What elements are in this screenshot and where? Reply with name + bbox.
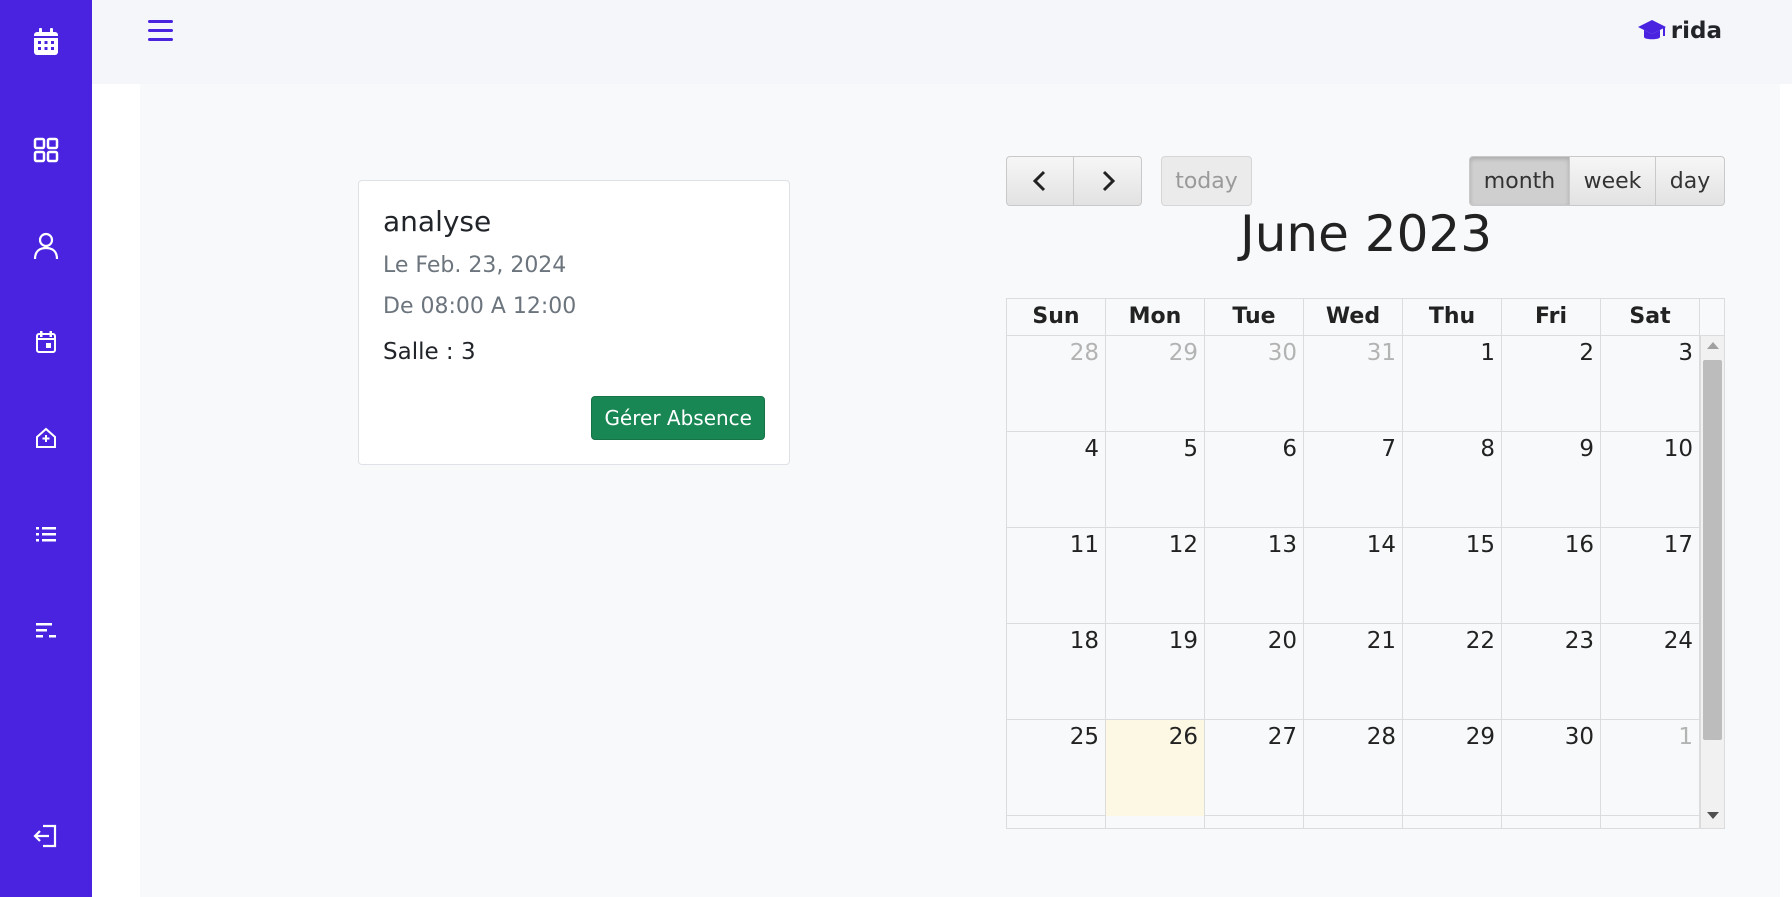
- calendar-day-cell[interactable]: 22: [1403, 624, 1502, 720]
- day-of-week-header: Tue: [1205, 299, 1304, 335]
- calendar-header-row: Sun Mon Tue Wed Thu Fri Sat: [1007, 299, 1724, 336]
- calendar-title: June 2023: [1239, 205, 1493, 263]
- calendar-day-cell[interactable]: [1502, 816, 1601, 828]
- top-bar: rida: [92, 0, 1792, 84]
- graduation-cap-icon: [1637, 20, 1666, 40]
- calendar-day-cell[interactable]: 21: [1304, 624, 1403, 720]
- today-button[interactable]: today: [1161, 156, 1252, 206]
- view-switcher: month week day: [1469, 156, 1725, 206]
- calendar-day-cell[interactable]: 19: [1106, 624, 1205, 720]
- course-time: De 08:00 A 12:00: [383, 294, 577, 319]
- calendar-day-cell[interactable]: 24: [1601, 624, 1700, 720]
- calendar-day-cell[interactable]: 23: [1502, 624, 1601, 720]
- day-of-week-header: Wed: [1304, 299, 1403, 335]
- scroll-thumb[interactable]: [1703, 360, 1722, 740]
- calendar-day-cell[interactable]: [1007, 816, 1106, 828]
- prev-button[interactable]: [1006, 156, 1074, 206]
- calendar-day-cell[interactable]: 27: [1205, 720, 1304, 816]
- calendar-day-cell[interactable]: 5: [1106, 432, 1205, 528]
- calendar-day-cell[interactable]: 9: [1502, 432, 1601, 528]
- calendar-nav-group: [1006, 156, 1142, 206]
- brand[interactable]: rida: [1637, 16, 1722, 46]
- course-title: analyse: [383, 205, 492, 238]
- scroll-up-arrow[interactable]: [1707, 342, 1719, 349]
- calendar-day-cell[interactable]: 7: [1304, 432, 1403, 528]
- calendar-day-cell[interactable]: 16: [1502, 528, 1601, 624]
- calendar-day-cell[interactable]: 28: [1304, 720, 1403, 816]
- calendar-day-cell[interactable]: 1: [1601, 720, 1700, 816]
- calendar-day-cell[interactable]: 6: [1205, 432, 1304, 528]
- day-of-week-header: Fri: [1502, 299, 1601, 335]
- calendar-week-row: 4 5 6 7 8 9 10: [1007, 432, 1700, 528]
- calendar-day-cell[interactable]: 8: [1403, 432, 1502, 528]
- chevron-right-icon: [1102, 170, 1115, 192]
- list-sort-icon[interactable]: [0, 610, 92, 650]
- calendar-scrollbar[interactable]: [1700, 336, 1724, 828]
- calendar-day-cell[interactable]: 30: [1502, 720, 1601, 816]
- calendar-day-cell[interactable]: 4: [1007, 432, 1106, 528]
- calendar-day-cell[interactable]: [1304, 816, 1403, 828]
- calendar-grid: Sun Mon Tue Wed Thu Fri Sat 28 29 30 31 1 2 3 4 5 6 7 8 9 1…: [1006, 298, 1725, 829]
- calendar-day-cell[interactable]: 12: [1106, 528, 1205, 624]
- calendar-week-row: 28 29 30 31 1 2 3: [1007, 336, 1700, 432]
- sidebar: [0, 0, 92, 897]
- course-room: Salle : 3: [383, 339, 476, 365]
- calendar-week-row: 11 12 13 14 15 16 17: [1007, 528, 1700, 624]
- calendar-day-cell[interactable]: 29: [1403, 720, 1502, 816]
- calendar-day-cell[interactable]: 31: [1304, 336, 1403, 432]
- calendar-day-cell[interactable]: 18: [1007, 624, 1106, 720]
- calendar-day-cell[interactable]: 2: [1502, 336, 1601, 432]
- user-icon[interactable]: [0, 226, 92, 266]
- calendar-day-cell[interactable]: 15: [1403, 528, 1502, 624]
- day-of-week-header: Sat: [1601, 299, 1700, 335]
- calendar-grid-icon[interactable]: [0, 22, 92, 62]
- day-of-week-header: Thu: [1403, 299, 1502, 335]
- day-of-week-header: Sun: [1007, 299, 1106, 335]
- calendar-day-cell[interactable]: [1601, 816, 1700, 828]
- calendar-day-cell[interactable]: 1: [1403, 336, 1502, 432]
- calendar-day-cell[interactable]: 13: [1205, 528, 1304, 624]
- manage-absence-button[interactable]: Gérer Absence: [591, 396, 765, 440]
- view-day-button[interactable]: day: [1656, 156, 1725, 206]
- calendar-week-row: 25 26 27 28 29 30 1: [1007, 720, 1700, 816]
- chevron-left-icon: [1032, 170, 1046, 192]
- brand-name: rida: [1670, 18, 1722, 44]
- calendar-week-row: [1007, 816, 1700, 828]
- view-month-button[interactable]: month: [1469, 156, 1570, 206]
- calendar-day-cell[interactable]: 3: [1601, 336, 1700, 432]
- calendar-day-today[interactable]: 26: [1106, 720, 1205, 816]
- dashboard-icon[interactable]: [0, 130, 92, 170]
- hamburger-icon[interactable]: [144, 18, 176, 46]
- view-week-button[interactable]: week: [1570, 156, 1656, 206]
- calendar-day-cell[interactable]: 17: [1601, 528, 1700, 624]
- calendar-day-cell[interactable]: [1205, 816, 1304, 828]
- calendar-day-cell[interactable]: 10: [1601, 432, 1700, 528]
- calendar-week-row: 18 19 20 21 22 23 24: [1007, 624, 1700, 720]
- calendar-day-cell[interactable]: 11: [1007, 528, 1106, 624]
- calendar-day-cell[interactable]: 25: [1007, 720, 1106, 816]
- next-button[interactable]: [1074, 156, 1142, 206]
- scroll-down-arrow[interactable]: [1707, 812, 1719, 819]
- calendar-day-cell[interactable]: 14: [1304, 528, 1403, 624]
- course-card: analyse Le Feb. 23, 2024 De 08:00 A 12:0…: [358, 180, 790, 465]
- calendar-day-cell[interactable]: 29: [1106, 336, 1205, 432]
- calendar-day-cell[interactable]: 30: [1205, 336, 1304, 432]
- calendar-day-cell[interactable]: 20: [1205, 624, 1304, 720]
- course-date: Le Feb. 23, 2024: [383, 253, 567, 278]
- home-plus-icon[interactable]: [0, 418, 92, 458]
- logout-icon[interactable]: [0, 816, 92, 856]
- header-spacer: [1700, 299, 1724, 335]
- calendar-event-icon[interactable]: [0, 322, 92, 362]
- calendar-day-cell[interactable]: [1403, 816, 1502, 828]
- calendar-body: 28 29 30 31 1 2 3 4 5 6 7 8 9 10 11 12 13 14 15 16 17 18 19 20 2…: [1007, 336, 1700, 828]
- day-of-week-header: Mon: [1106, 299, 1205, 335]
- list-icon[interactable]: [0, 514, 92, 554]
- calendar-day-cell[interactable]: 28: [1007, 336, 1106, 432]
- calendar-day-cell[interactable]: [1106, 816, 1205, 828]
